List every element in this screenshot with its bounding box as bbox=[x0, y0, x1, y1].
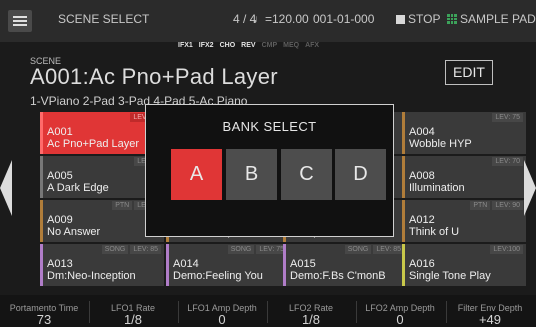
scene-tags: LEV: 70 bbox=[490, 157, 523, 166]
scene-id: A004 bbox=[409, 126, 435, 138]
param-value: 0 bbox=[218, 312, 226, 327]
fx-indicator: IFX1 bbox=[178, 42, 193, 49]
scene-id: A012 bbox=[409, 214, 435, 226]
transport-status: STOP bbox=[396, 12, 440, 26]
param-value: 0 bbox=[396, 312, 404, 327]
screen-title: SCENE SELECT bbox=[58, 12, 150, 26]
scene-tags: LEV: 75 bbox=[490, 113, 523, 122]
scene-tags: LEV:100 bbox=[488, 245, 523, 254]
scene-tag: LEV: 85 bbox=[130, 245, 161, 254]
scene-tag: PTN bbox=[112, 201, 133, 210]
scene-tag: SONG bbox=[227, 245, 255, 254]
param-knob[interactable]: Filter Env Depth +49 bbox=[446, 303, 534, 327]
hamburger-icon bbox=[13, 16, 27, 18]
fx-indicator: REV bbox=[241, 42, 256, 49]
scene-title: Illumination bbox=[409, 182, 465, 194]
fx-indicator: AFX bbox=[305, 42, 320, 49]
scene-id: A016 bbox=[409, 258, 435, 270]
param-knob[interactable]: LFO1 Amp Depth 0 bbox=[178, 303, 266, 327]
parameter-strip: Portamento Time 73 LFO1 Rate 1/8 LFO1 Amp De… bbox=[0, 295, 536, 327]
bank-a-button[interactable]: A bbox=[171, 149, 222, 200]
param-knob[interactable]: Portamento Time 73 bbox=[0, 303, 88, 327]
effect-status-row: IFX1 IFX2 CHO REV CMP MEQ AFX bbox=[178, 42, 325, 49]
scene-id: A001 bbox=[47, 126, 73, 138]
tempo-display[interactable]: ♩=120.00 bbox=[253, 12, 309, 26]
page-left-arrow[interactable] bbox=[0, 160, 12, 216]
scene-title: Demo:Feeling You bbox=[173, 270, 263, 282]
param-knob[interactable]: LFO2 Amp Depth 0 bbox=[356, 303, 444, 327]
scene-tag: LEV:100 bbox=[490, 245, 523, 254]
fx-indicator: MEQ bbox=[283, 42, 300, 49]
param-value: 73 bbox=[36, 312, 52, 327]
param-value: 1/8 bbox=[301, 312, 321, 327]
scene-id: A013 bbox=[47, 258, 73, 270]
edit-button[interactable]: EDIT bbox=[445, 60, 493, 85]
scene-id: A005 bbox=[47, 170, 73, 182]
scene-tag: LEV: 75 bbox=[492, 113, 523, 122]
scene-cell[interactable]: SONG LEV: 85 A013 Dm:Neo-Inception bbox=[40, 244, 164, 286]
scene-tags: PTN LEV: 90 bbox=[468, 201, 523, 210]
scene-title: Wobble HYP bbox=[409, 138, 472, 150]
scene-cell[interactable]: SONG LEV: 85 A015 Demo:F.Bs C'monB bbox=[283, 244, 407, 286]
bank-b-button[interactable]: B bbox=[226, 149, 277, 200]
pad-grid-icon bbox=[447, 14, 457, 24]
song-position: 001-01-000 bbox=[313, 12, 375, 26]
scene-tags: SONG LEV: 85 bbox=[100, 245, 161, 254]
top-bar: SCENE SELECT 4 / 4 ♩=120.00 001-01-000 S… bbox=[0, 0, 536, 49]
dialog-title: BANK SELECT bbox=[222, 119, 317, 134]
param-divider bbox=[89, 301, 90, 323]
scene-tag: LEV: 70 bbox=[492, 157, 523, 166]
scene-title: Think of U bbox=[409, 226, 460, 238]
scene-title: Ac Pno+Pad Layer bbox=[47, 138, 140, 150]
menu-button[interactable] bbox=[8, 10, 32, 32]
scene-tag: SONG bbox=[101, 245, 129, 254]
fx-indicator: CHO bbox=[219, 42, 236, 49]
scene-cell[interactable]: LEV: 75 A004 Wobble HYP bbox=[402, 112, 526, 154]
scene-title: Demo:F.Bs C'monB bbox=[290, 270, 386, 282]
scene-cell[interactable]: SONG LEV: 75 A014 Demo:Feeling You bbox=[166, 244, 290, 286]
scene-title: Dm:Neo-Inception bbox=[47, 270, 136, 282]
scene-tag: LEV: 85 bbox=[373, 245, 404, 254]
scene-tag: SONG bbox=[344, 245, 372, 254]
scene-tag: LEV: 90 bbox=[492, 201, 523, 210]
param-divider bbox=[356, 301, 357, 323]
param-divider bbox=[446, 301, 447, 323]
page-right-arrow[interactable] bbox=[524, 160, 536, 216]
scene-name: A001:Ac Pno+Pad Layer bbox=[30, 64, 278, 89]
scene-tags: SONG LEV: 85 bbox=[343, 245, 404, 254]
scene-title: Single Tone Play bbox=[409, 270, 491, 282]
param-divider bbox=[178, 301, 179, 323]
sample-pad-button[interactable]: SAMPLE PAD bbox=[447, 12, 536, 26]
param-knob[interactable]: LFO1 Rate 1/8 bbox=[89, 303, 177, 327]
scene-cell[interactable]: LEV:100 A016 Single Tone Play bbox=[402, 244, 526, 286]
param-value: +49 bbox=[478, 312, 502, 327]
fx-indicator: IFX2 bbox=[198, 42, 214, 49]
param-knob[interactable]: LFO2 Rate 1/8 bbox=[267, 303, 355, 327]
fx-indicator: CMP bbox=[261, 42, 278, 49]
bank-c-button[interactable]: C bbox=[281, 149, 332, 200]
scene-title: A Dark Edge bbox=[47, 182, 109, 194]
scene-id: A015 bbox=[290, 258, 316, 270]
scene-tags: SONG LEV: 75 bbox=[226, 245, 287, 254]
param-value: 1/8 bbox=[123, 312, 143, 327]
stop-icon bbox=[396, 15, 405, 24]
scene-id: A009 bbox=[47, 214, 73, 226]
scene-cell[interactable]: PTN LEV: 90 A012 Think of U bbox=[402, 200, 526, 242]
bank-select-dialog: BANK SELECT ABCD bbox=[145, 104, 394, 237]
scene-tag: PTN bbox=[470, 201, 491, 210]
scene-id: A014 bbox=[173, 258, 199, 270]
scene-title: No Answer bbox=[47, 226, 101, 238]
scene-id: A008 bbox=[409, 170, 435, 182]
scene-cell[interactable]: LEV: 70 A008 Illumination bbox=[402, 156, 526, 198]
param-divider bbox=[267, 301, 268, 323]
bank-d-button[interactable]: D bbox=[335, 149, 386, 200]
